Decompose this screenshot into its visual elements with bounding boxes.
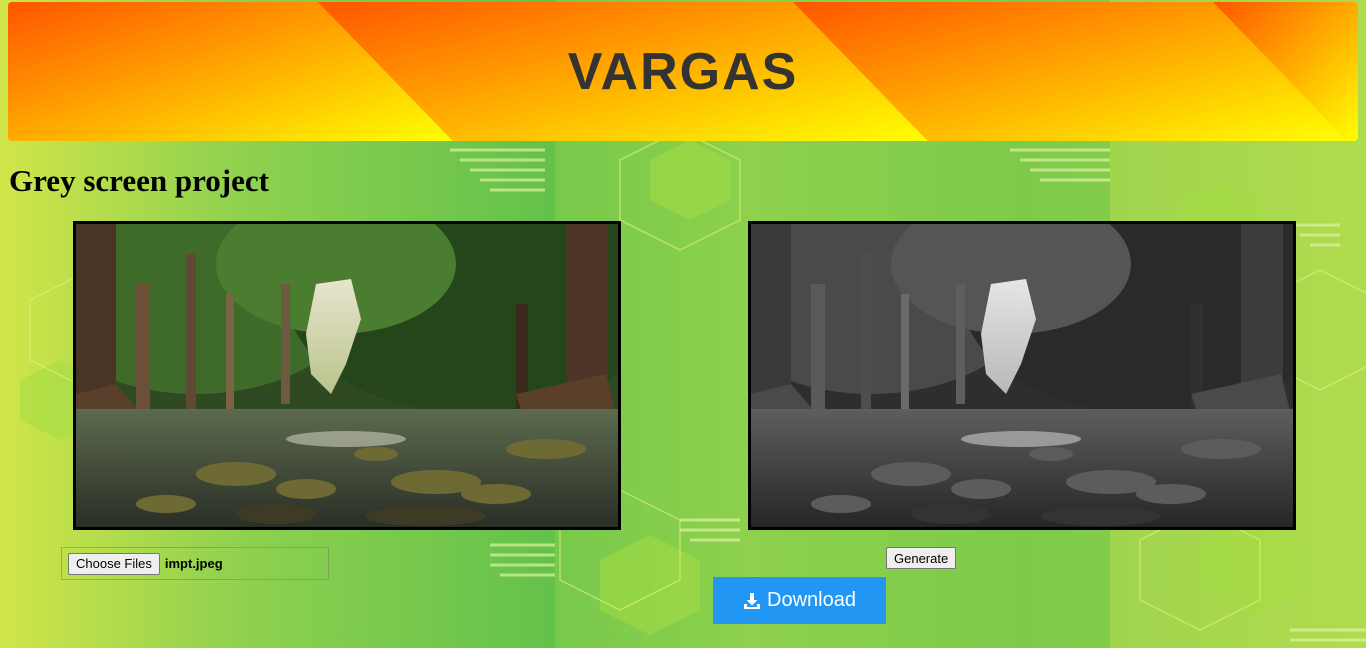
download-label: Download [767, 589, 856, 611]
choose-files-button[interactable]: Choose Files [68, 552, 160, 575]
file-input[interactable]: Choose Files impt.jpeg [61, 547, 329, 580]
banner-title: VARGAS [567, 42, 799, 101]
selected-file-name: impt.jpeg [164, 556, 223, 571]
download-icon [743, 592, 761, 610]
generate-button[interactable]: Generate [886, 547, 957, 569]
greyscale-image [748, 221, 1296, 530]
download-button[interactable]: Download [713, 577, 886, 624]
header-banner: VARGAS [8, 2, 1358, 141]
page-title: Grey screen project [9, 163, 269, 198]
original-image [73, 221, 621, 530]
